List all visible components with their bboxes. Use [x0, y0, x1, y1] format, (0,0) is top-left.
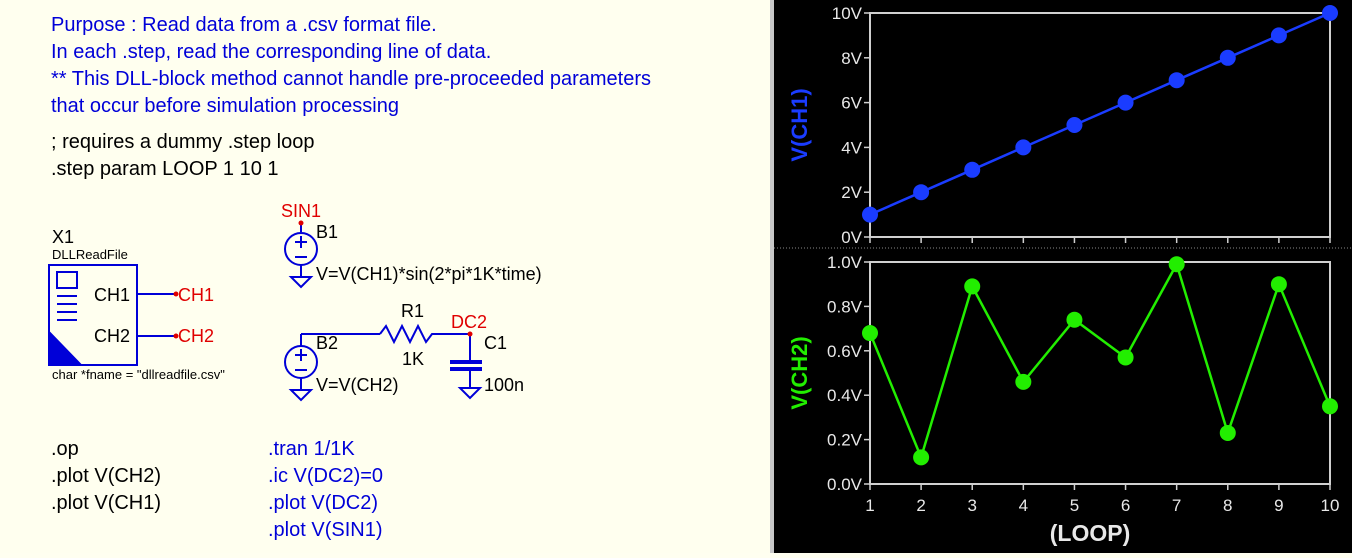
y-tick-label: 0.4V	[827, 386, 863, 405]
directive-plot-ch2[interactable]: .plot V(CH2)	[51, 465, 161, 487]
waveform-plots[interactable]: 0V 2V 4V 6V 8V 10V V(CH1) 0.0V 0.2V 0.4V 0.6V 0.8V 1…	[774, 0, 1352, 553]
series-line	[868, 261, 1332, 462]
plot-frame	[869, 261, 1331, 485]
data-point	[1322, 398, 1338, 415]
data-point	[1219, 49, 1236, 66]
r1-value[interactable]: 1K	[402, 349, 424, 369]
plot-pane-2: 0.0V 0.2V 0.4V 0.6V 0.8V 1.0V 1 2 3 4 5 6 7 8 9 10 V(CH2…	[787, 253, 1339, 546]
data-point	[964, 278, 981, 295]
data-point	[1219, 424, 1236, 441]
x-tick-label: 2	[916, 496, 925, 515]
y-tick-label: 0.6V	[827, 342, 863, 361]
b1-source-symbol[interactable]	[284, 223, 318, 289]
dll-block-symbol[interactable]	[48, 264, 175, 366]
x-tick-label: 5	[1070, 496, 1079, 515]
x-tick-label: 3	[967, 496, 976, 515]
directive-plot-dc2[interactable]: .plot V(DC2)	[268, 492, 378, 514]
y-tick-label: 6V	[841, 94, 862, 113]
data-point	[1270, 276, 1287, 293]
directive-plot-ch1[interactable]: .plot V(CH1)	[51, 492, 161, 514]
data-point	[1322, 5, 1338, 21]
net-label-ch1[interactable]: CH1	[178, 285, 214, 305]
x-tick-label: 8	[1223, 496, 1232, 515]
y-tick-label: 0.2V	[827, 431, 863, 450]
net-label-dc2[interactable]: DC2	[451, 312, 487, 332]
directive-ic[interactable]: .ic V(DC2)=0	[268, 465, 383, 487]
directive-tran[interactable]: .tran 1/1K	[268, 438, 355, 460]
c1-value[interactable]: 100n	[484, 375, 524, 395]
data-point	[1117, 349, 1134, 366]
directive-plot-sin1[interactable]: .plot V(SIN1)	[268, 519, 382, 541]
data-point	[1015, 139, 1032, 156]
b1-ref: B1	[316, 222, 339, 242]
r1-ref: R1	[401, 301, 425, 321]
net-label-sin1[interactable]: SIN1	[281, 201, 321, 221]
schematic-editor[interactable]: Purpose : Read data from a .csv format f…	[0, 0, 770, 553]
y-tick-label: 4V	[841, 138, 862, 157]
dll-block-ref: X1	[52, 227, 75, 247]
data-point	[862, 206, 878, 223]
y-tick-label: 0.8V	[827, 297, 863, 316]
x-tick-label: 4	[1019, 496, 1028, 515]
data-point	[913, 449, 930, 466]
c1-ref: C1	[484, 333, 508, 353]
data-point	[913, 184, 930, 201]
waveform-viewer[interactable]: 0V 2V 4V 6V 8V 10V V(CH1) 0.0V 0.2V 0.4V 0.6V 0.8V 1…	[774, 0, 1352, 553]
data-point	[1117, 94, 1134, 111]
plot-frame	[869, 12, 1331, 238]
dll-block-param[interactable]: char *fname = "dllreadfile.csv"	[52, 368, 225, 382]
data-point	[1066, 117, 1083, 133]
y-tick-label: 0V	[841, 228, 862, 247]
plot-pane-1: 0V 2V 4V 6V 8V 10V V(CH1)	[787, 4, 1338, 247]
x-tick-label: 6	[1121, 496, 1130, 515]
dll-block-name: DLLReadFile	[52, 247, 128, 262]
data-point	[862, 325, 878, 342]
dll-pin-ch1: CH1	[94, 285, 131, 305]
dll-pin-ch2: CH2	[94, 326, 131, 346]
net-label-ch2[interactable]: CH2	[178, 326, 214, 346]
data-point	[1270, 27, 1287, 44]
data-point	[1015, 373, 1032, 390]
data-point	[964, 161, 981, 178]
y-tick-label: 10V	[832, 4, 863, 23]
series-line	[869, 11, 1331, 216]
y-tick-label: 0.0V	[827, 475, 863, 494]
x-tick-label: 9	[1274, 496, 1283, 515]
b1-expression[interactable]: V=V(CH1)*sin(2*pi*1K*time)	[316, 264, 542, 284]
y-tick-label: 1.0V	[827, 253, 863, 272]
b2-expression[interactable]: V=V(CH2)	[316, 375, 399, 395]
y-tick-label: 2V	[841, 183, 862, 202]
directive-op[interactable]: .op	[51, 438, 79, 460]
data-point	[1168, 256, 1185, 273]
x-tick-label: 10	[1321, 496, 1340, 515]
x-tick-label: 7	[1172, 496, 1181, 515]
data-point	[1168, 72, 1185, 89]
y-axis-label: V(CH1)	[787, 88, 812, 161]
y-tick-label: 8V	[841, 49, 862, 68]
x-tick-label: 1	[865, 496, 874, 515]
x-axis-label: (LOOP)	[1050, 520, 1131, 546]
y-axis-label: V(CH2)	[787, 336, 812, 409]
b2-ref: B2	[316, 333, 339, 353]
data-point	[1066, 311, 1083, 328]
